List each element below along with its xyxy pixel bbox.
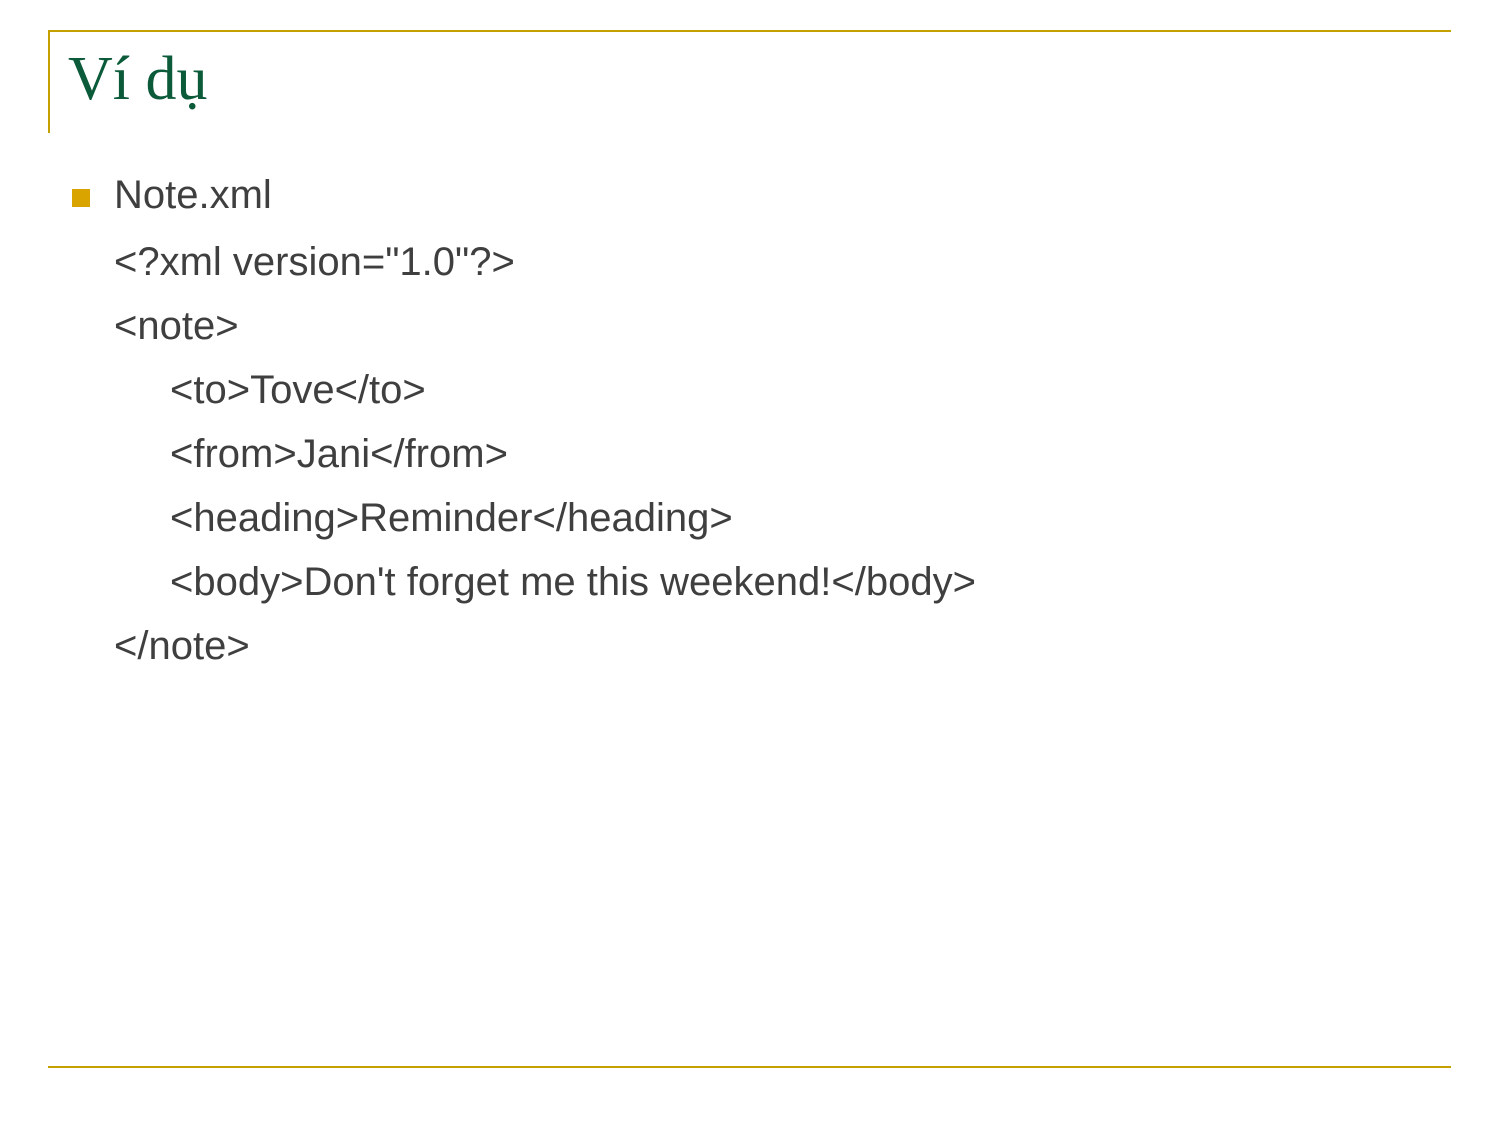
bottom-divider bbox=[48, 1066, 1451, 1068]
title-block: Ví dụ bbox=[48, 30, 1451, 133]
code-line: <?xml version="1.0"?> bbox=[114, 230, 1451, 294]
code-line: </note> bbox=[114, 614, 1451, 678]
code-line: <from>Jani</from> bbox=[170, 422, 1451, 486]
square-bullet-icon bbox=[72, 189, 90, 207]
code-line: <to>Tove</to> bbox=[170, 358, 1451, 422]
slide-title: Ví dụ bbox=[68, 44, 1451, 115]
code-line: <heading>Reminder</heading> bbox=[170, 486, 1451, 550]
content-area: Note.xml <?xml version="1.0"?> <note> <t… bbox=[72, 173, 1451, 678]
bullet-label: Note.xml bbox=[114, 173, 272, 218]
bullet-item: Note.xml bbox=[72, 173, 1451, 218]
code-line: <note> bbox=[114, 294, 1451, 358]
code-line: <body>Don't forget me this weekend!</bod… bbox=[170, 550, 1451, 614]
slide-container: Ví dụ Note.xml <?xml version="1.0"?> <no… bbox=[0, 0, 1499, 1124]
code-block: <?xml version="1.0"?> <note> <to>Tove</t… bbox=[114, 230, 1451, 678]
